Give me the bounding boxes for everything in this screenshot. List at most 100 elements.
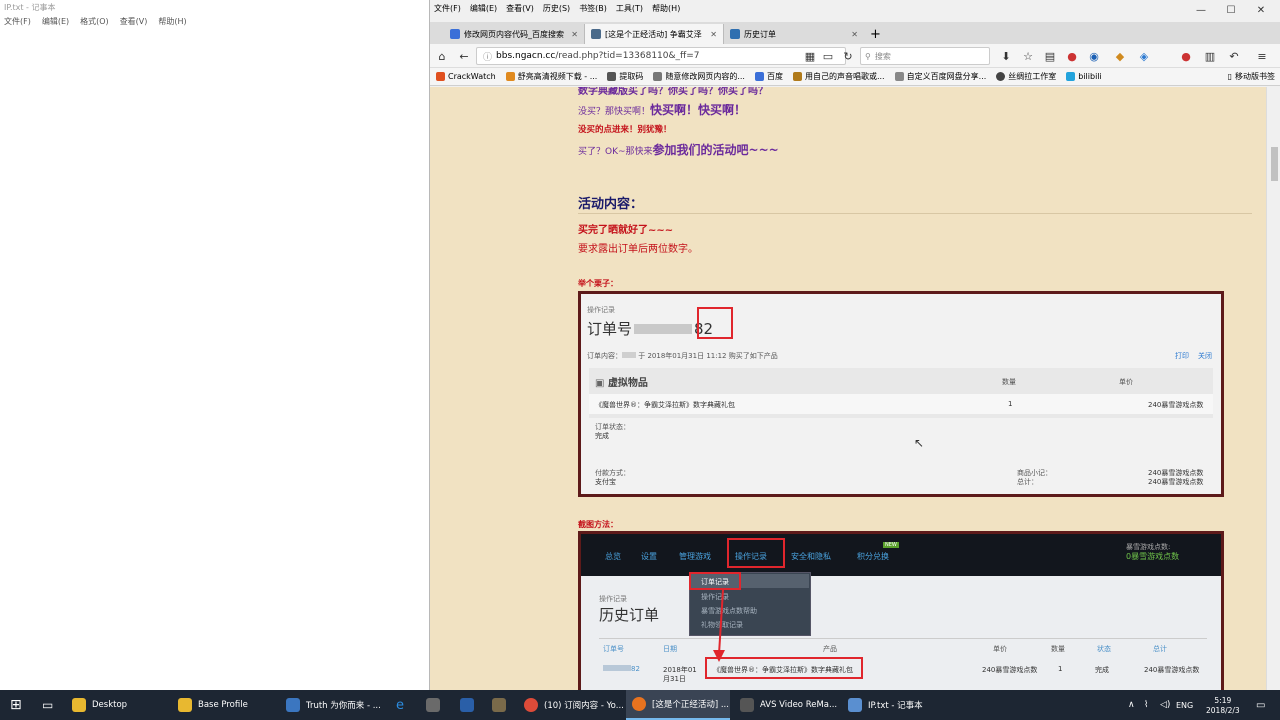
ff-menu-file[interactable]: 文件(F) — [434, 3, 461, 14]
col-total[interactable]: 总计 — [1153, 644, 1167, 654]
ff-menu-view[interactable]: 查看(V) — [506, 3, 534, 14]
reader-icon[interactable]: ▭ — [820, 48, 836, 64]
menu-icon[interactable]: ≡ — [1254, 48, 1270, 64]
firefox-menubar: 文件(F) 编辑(E) 查看(V) 历史(S) 书签(B) 工具(T) 帮助(H… — [430, 0, 1280, 16]
info-icon[interactable]: ⓘ — [483, 50, 492, 63]
total-label: 总计： — [1017, 478, 1038, 486]
maximize-icon[interactable]: ☐ — [1216, 0, 1246, 20]
bookmark-item[interactable]: 舒亮高清视频下载 - ... — [505, 71, 597, 82]
bookmark-item[interactable]: CrackWatch — [436, 72, 496, 81]
bookmark-icon — [894, 72, 904, 81]
extension-icon[interactable]: ◆ — [1112, 48, 1128, 64]
notepad-menu-file[interactable]: 文件(F) — [4, 16, 31, 27]
taskbar-item-notepad[interactable]: IP.txt - 记事本 — [842, 690, 946, 720]
bnet-nav-security[interactable]: 安全和隐私 — [791, 551, 831, 562]
mobile-bookmarks[interactable]: ▯ 移动版书签 — [1228, 71, 1280, 82]
bookmark-item[interactable]: 丝绸拉工作室 — [996, 71, 1056, 82]
library-icon[interactable]: ▤ — [1042, 48, 1058, 64]
notification-icon[interactable]: ▭ — [1250, 690, 1271, 720]
row-qty: 1 — [1058, 665, 1063, 673]
bnet-nav-games[interactable]: 管理游戏 — [679, 551, 711, 562]
notepad-title: IP.txt - 记事本 — [4, 3, 56, 12]
ff-menu-history[interactable]: 历史(S) — [543, 3, 570, 14]
virtual-goods-header: ▣ 虚拟物品 — [595, 378, 648, 389]
reload-icon[interactable]: ↻ — [840, 48, 856, 64]
bookmark-item[interactable]: bilibili — [1066, 72, 1102, 81]
taskbar-item-base-profile[interactable]: Base Profile — [172, 690, 276, 720]
taskbar-item-python[interactable]: Truth 为你而来 - ... — [280, 690, 384, 720]
folder-icon: ▯ — [1227, 72, 1232, 81]
notepad-menu-format[interactable]: 格式(O) — [80, 16, 109, 27]
firefox-icon — [632, 697, 646, 711]
language-indicator[interactable]: ENG — [1170, 690, 1199, 720]
row-order-id[interactable]: 82 — [603, 665, 640, 673]
ff-menu-help[interactable]: 帮助(H) — [652, 3, 680, 14]
close-tab-icon[interactable]: ✕ — [567, 30, 578, 39]
bookmark-icon — [607, 72, 617, 81]
close-tab-icon[interactable]: ✕ — [706, 30, 717, 39]
bnet-nav-settings[interactable]: 设置 — [641, 551, 657, 562]
taskbar-item-chrome[interactable]: (10) 订阅内容 - Yo... — [518, 690, 624, 720]
col-date[interactable]: 日期 — [663, 644, 677, 654]
tab-baidu-search[interactable]: 修改网页内容代码_百度搜索 ✕ — [444, 24, 584, 44]
download-icon[interactable]: ⬇ — [998, 48, 1014, 64]
tab-nga-post[interactable]: [这是个正经活动] 争霸艾泽 ✕ — [584, 24, 724, 44]
close-link[interactable]: 关闭 — [1198, 351, 1212, 361]
close-tab-icon[interactable]: ✕ — [847, 30, 858, 39]
notepad-menu-help[interactable]: 帮助(H) — [158, 16, 186, 27]
ff-menu-edit[interactable]: 编辑(E) — [470, 3, 497, 14]
minimize-icon[interactable]: — — [1186, 0, 1216, 20]
extension-icon[interactable]: ◈ — [1136, 48, 1152, 64]
bookmark-item[interactable]: 用自己的声音唱歌或... — [792, 71, 885, 82]
col-price: 单价 — [1119, 378, 1133, 386]
edge-icon[interactable]: e — [390, 690, 410, 720]
blurred-number — [634, 324, 693, 334]
app-icon[interactable] — [486, 690, 512, 720]
tab-order-history[interactable]: 历史订单 ✕ — [724, 24, 864, 44]
page-scrollbar[interactable] — [1266, 87, 1280, 690]
search-box[interactable]: ⚲ 搜索 — [860, 47, 990, 65]
sidebar-icon[interactable]: ▥ — [1202, 48, 1218, 64]
bookmark-item[interactable]: 提取码 — [607, 71, 643, 82]
print-link[interactable]: 打印 — [1175, 351, 1189, 361]
taskbar-item-desktop[interactable]: Desktop — [66, 690, 170, 720]
navigation-bar: ⌂ ← ⓘ bbs.ngacn.cc/read.php?tid=13368110… — [430, 44, 1280, 68]
bookmark-item[interactable]: 百度 — [754, 71, 783, 82]
notepad-menu-view[interactable]: 查看(V) — [120, 16, 148, 27]
method-label: 截图方法： — [578, 520, 618, 529]
task-view-icon[interactable]: ▭ — [36, 690, 59, 720]
star-icon[interactable]: ☆ — [1020, 48, 1036, 64]
col-status[interactable]: 状态 — [1097, 644, 1111, 654]
url-bar[interactable]: ⓘ bbs.ngacn.cc/read.php?tid=13368110&_ff… — [476, 47, 846, 65]
notepad-menu-edit[interactable]: 编辑(E) — [42, 16, 69, 27]
qr-icon[interactable]: ▦ — [802, 48, 818, 64]
bnet-nav-points[interactable]: 积分兑换 — [857, 551, 889, 562]
undo-icon[interactable]: ↶ — [1226, 48, 1242, 64]
bookmark-item[interactable]: 随意修改网页内容的... — [653, 71, 745, 82]
network-icon[interactable]: ⌇ — [1138, 690, 1154, 720]
baidu-icon — [450, 29, 460, 39]
bnet-nav-overview[interactable]: 总览 — [605, 551, 621, 562]
status-value: 完成 — [595, 432, 609, 440]
bookmark-item[interactable]: 自定义百度网盘分享... — [894, 71, 986, 82]
taskbar-item-avs[interactable]: AVS Video ReMa... — [734, 690, 838, 720]
back-icon[interactable]: ← — [456, 48, 472, 64]
scrollbar-thumb[interactable] — [1271, 147, 1278, 181]
taskbar-item-firefox[interactable]: [这是个正经活动] ... — [626, 690, 730, 720]
extension-icon[interactable]: ● — [1178, 48, 1194, 64]
arrow-annotation — [713, 589, 725, 662]
adblock-icon[interactable]: ● — [1064, 48, 1080, 64]
close-window-icon[interactable]: ✕ — [1246, 0, 1276, 20]
windows-start-icon[interactable]: ⊞ — [4, 690, 28, 720]
home-icon[interactable]: ⌂ — [434, 48, 450, 64]
clock[interactable]: 5:19 2018/2/3 — [1200, 690, 1246, 720]
extension-icon[interactable]: ◉ — [1086, 48, 1102, 64]
example-label: 举个栗子： — [578, 279, 618, 288]
clock-time: 5:19 — [1214, 695, 1232, 705]
col-order-id[interactable]: 订单号 — [603, 644, 624, 654]
ff-menu-bookmarks[interactable]: 书签(B) — [579, 3, 607, 14]
new-tab-button[interactable]: + — [864, 24, 888, 44]
ff-menu-tools[interactable]: 工具(T) — [616, 3, 643, 14]
app-icon[interactable] — [454, 690, 480, 720]
store-icon[interactable] — [420, 690, 446, 720]
